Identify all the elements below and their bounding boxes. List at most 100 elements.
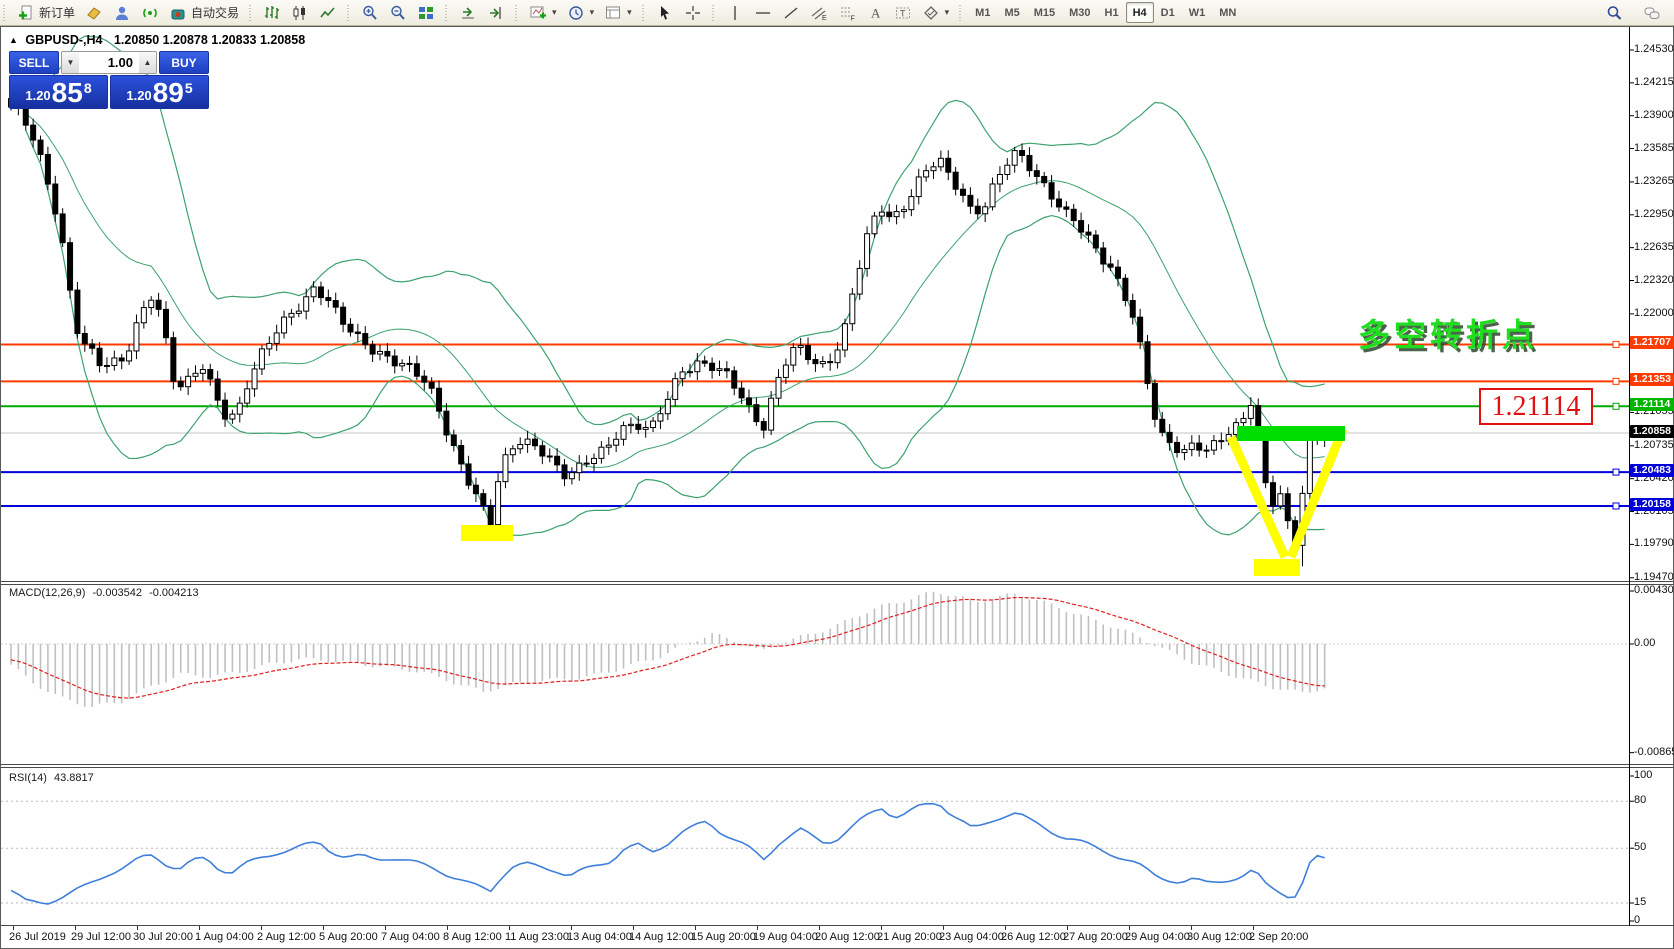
chart-shift-button[interactable] [482,1,510,24]
hline-icon [754,4,772,22]
timeframe-m15[interactable]: M15 [1027,2,1062,23]
chart-window: ▲ GBPUSD-,H4 1.20850 1.20878 1.20833 1.2… [0,26,1674,949]
time-tick [509,926,510,930]
bar-chart-button[interactable] [258,1,286,24]
timeframe-h4[interactable]: H4 [1126,2,1154,23]
buy-price[interactable]: 1.20 89 5 [110,75,209,109]
sell-button[interactable]: SELL [9,51,59,74]
chevron-down-icon[interactable]: ▾ [590,7,595,18]
zoom-out-button[interactable] [384,1,412,24]
vline-icon [726,4,744,22]
panel-separator[interactable] [1,764,1673,768]
label-button[interactable]: T [889,1,917,24]
zoom-in-button[interactable] [356,1,384,24]
volume-stepper: ▼ ▲ [61,51,157,74]
turning-point-annotation[interactable]: 多空转折点 [1358,310,1538,356]
text-icon: A [866,4,884,22]
chevron-down-icon[interactable]: ▾ [945,7,950,18]
time-tick [199,926,200,930]
toolbar-drag-handle[interactable] [445,5,449,21]
price-tick: 1.23265 [1634,175,1674,187]
time-label: 26 Aug 12:00 [1001,931,1066,943]
price-tick: 1.24215 [1634,76,1674,88]
new-order-button[interactable]: 新订单 [12,1,80,24]
channel-button[interactable]: E [805,1,833,24]
shapes-button[interactable]: ▾ [917,1,955,24]
sell-price[interactable]: 1.20 85 8 [9,75,108,109]
chevron-down-icon[interactable]: ▾ [552,7,557,18]
templates-button[interactable]: ▾ [599,1,637,24]
rsi-tick: 0 [1634,914,1640,926]
macd-tick: 0.00 [1634,637,1655,649]
volume-up-button[interactable]: ▲ [139,52,156,73]
green-resistance-box[interactable] [1237,426,1345,441]
yellow-box-bottom[interactable] [1254,559,1300,576]
price-tick: 1.22000 [1634,307,1674,319]
time-label: 2 Sep 20:00 [1249,931,1308,943]
toolbar-drag-handle[interactable] [3,5,7,21]
rsi-value: 43.8817 [54,772,94,784]
rsi-panel [1,801,1629,904]
volume-input[interactable] [79,52,139,73]
sell-price-small: 1.20 [25,88,50,103]
time-label: 13 Aug 04:00 [567,931,632,943]
toolbar-right [1600,1,1674,24]
search-button[interactable] [1600,1,1628,24]
auto-scroll-button[interactable] [454,1,482,24]
chart-shift-icon [487,4,505,22]
crosshair-button[interactable] [679,1,707,24]
chat-button[interactable] [1638,1,1666,24]
cursor-button[interactable] [651,1,679,24]
toolbar-drag-handle[interactable] [642,5,646,21]
price-tick: 1.20735 [1634,439,1674,451]
market-watch-button[interactable] [108,1,136,24]
auto-trading-button[interactable]: 自动交易 [164,1,244,24]
time-label: 5 Aug 20:00 [319,931,378,943]
toolbar-drag-handle[interactable] [249,5,253,21]
timeframe-w1[interactable]: W1 [1182,2,1213,23]
candlestick-button[interactable] [286,1,314,24]
sell-price-sup: 8 [84,80,92,96]
text-button[interactable]: A [861,1,889,24]
panel-separator[interactable] [1,581,1673,585]
profiles-button[interactable] [80,1,108,24]
volume-down-button[interactable]: ▼ [62,52,79,73]
buy-button[interactable]: BUY [159,51,209,74]
horizontal-line-button[interactable] [749,1,777,24]
toolbar-group: 新订单 自动交易 [10,0,246,25]
rsi-tick: 80 [1634,794,1646,806]
toolbar-drag-handle[interactable] [515,5,519,21]
price-tick: 1.19790 [1634,537,1674,549]
time-tick [323,926,324,930]
channel-icon: E [810,4,828,22]
timeframe-m1[interactable]: M1 [968,2,997,23]
time-axis[interactable]: 26 Jul 201929 Jul 12:0030 Jul 20:001 Aug… [1,927,1673,948]
buy-price-small: 1.20 [126,88,151,103]
timeframe-mn[interactable]: MN [1212,2,1243,23]
time-tick [447,926,448,930]
timeframe-m30[interactable]: M30 [1062,2,1097,23]
auto-trading-button-label: 自动交易 [191,4,239,21]
indicators-button[interactable]: ▾ [524,1,562,24]
fibonacci-button[interactable]: F [833,1,861,24]
tile-windows-button[interactable] [412,1,440,24]
trendline-icon [782,4,800,22]
timeframe-m5[interactable]: M5 [997,2,1026,23]
trendline-button[interactable] [777,1,805,24]
yellow-box-left[interactable] [461,525,513,541]
vertical-line-button[interactable] [721,1,749,24]
signals-button[interactable] [136,1,164,24]
collapse-arrow-icon[interactable]: ▲ [9,35,18,45]
timeframe-d1[interactable]: D1 [1154,2,1182,23]
toolbar-drag-handle[interactable] [959,5,963,21]
yellow-shapes[interactable] [461,429,1343,576]
price-callout-box[interactable]: 1.21114 [1479,388,1593,425]
svg-text:A: A [871,5,881,20]
line-chart-button[interactable] [314,1,342,24]
timeframe-h1[interactable]: H1 [1098,2,1126,23]
toolbar-drag-handle[interactable] [712,5,716,21]
tile-windows-icon [417,4,435,22]
periods-button[interactable]: ▾ [562,1,600,24]
chevron-down-icon[interactable]: ▾ [627,7,632,18]
toolbar-drag-handle[interactable] [347,5,351,21]
